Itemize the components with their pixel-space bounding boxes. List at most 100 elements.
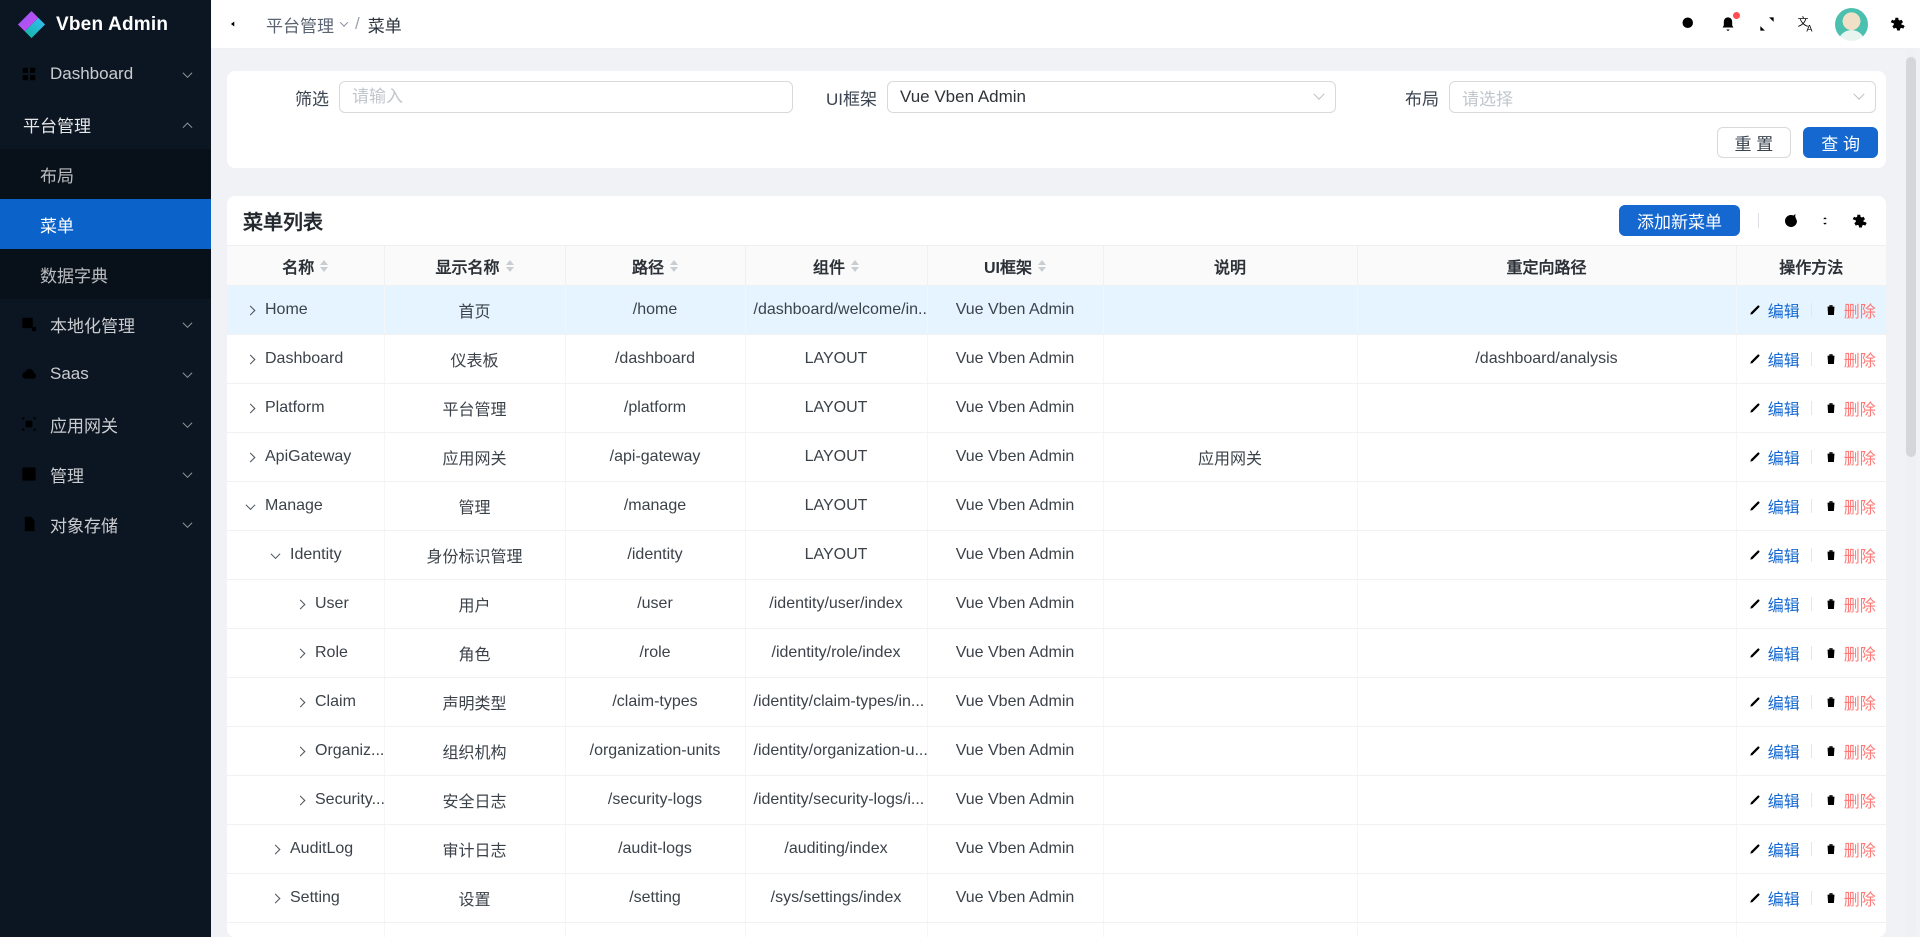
sidebar-item-layout[interactable]: 布局 <box>0 149 211 199</box>
expand-row-icon[interactable] <box>246 452 256 462</box>
delete-button[interactable]: 删除 <box>1823 494 1876 518</box>
sort-caret[interactable] <box>320 260 328 272</box>
layout-select[interactable]: 请选择 <box>1449 81 1876 113</box>
expand-row-icon[interactable] <box>246 354 256 364</box>
delete-button[interactable]: 删除 <box>1823 690 1876 714</box>
edit-button[interactable]: 编辑 <box>1747 592 1800 616</box>
table-row[interactable]: Role 角色 /role /identity/role/index Vue V… <box>227 629 1886 678</box>
edit-button[interactable]: 编辑 <box>1747 445 1800 469</box>
table-row[interactable]: Manage 管理 /manage LAYOUT Vue Vben Admin … <box>227 482 1886 531</box>
expand-row-icon[interactable] <box>271 844 281 854</box>
translate-icon <box>1796 14 1816 34</box>
delete-button[interactable]: 删除 <box>1823 641 1876 665</box>
sidebar-item-menu[interactable]: 菜单 <box>0 199 211 249</box>
edit-button[interactable]: 编辑 <box>1747 494 1800 518</box>
sidebar-item-platform-management[interactable]: 平台管理 <box>0 99 211 149</box>
delete-button[interactable]: 删除 <box>1823 739 1876 763</box>
table-row[interactable]: Home 首页 /home /dashboard/welcome/in... V… <box>227 286 1886 335</box>
column-settings-icon[interactable] <box>1849 211 1869 231</box>
filter-input[interactable] <box>339 81 793 113</box>
collapse-row-icon[interactable] <box>271 549 281 559</box>
sort-caret[interactable] <box>670 260 678 272</box>
expand-row-icon[interactable] <box>296 746 306 756</box>
column-header[interactable]: 操作方法 <box>1736 246 1886 286</box>
refresh-icon[interactable] <box>1781 211 1801 231</box>
expand-row-icon[interactable] <box>271 893 281 903</box>
expand-row-icon[interactable] <box>246 305 256 315</box>
delete-button[interactable]: 删除 <box>1823 445 1876 469</box>
sidebar-item-data-dictionary[interactable]: 数据字典 <box>0 249 211 299</box>
delete-button[interactable]: 删除 <box>1823 788 1876 812</box>
pencil-icon <box>1747 890 1763 906</box>
row-height-icon[interactable] <box>1815 211 1835 231</box>
sort-caret[interactable] <box>506 260 514 272</box>
edit-button[interactable]: 编辑 <box>1747 788 1800 812</box>
column-header[interactable]: 组件 <box>745 246 927 286</box>
table-row[interactable]: Dashboard 仪表板 /dashboard LAYOUT Vue Vben… <box>227 335 1886 384</box>
column-header[interactable]: 名称 <box>227 246 384 286</box>
search-button[interactable] <box>1679 14 1699 34</box>
table-row[interactable]: Claim 声明类型 /claim-types /identity/claim-… <box>227 678 1886 727</box>
sidebar-item-saas[interactable]: Saas <box>0 349 211 399</box>
edit-button[interactable]: 编辑 <box>1747 641 1800 665</box>
pencil-icon <box>1747 694 1763 710</box>
sidebar-item-object-storage[interactable]: 对象存储 <box>0 499 211 549</box>
delete-button[interactable]: 删除 <box>1823 396 1876 420</box>
add-menu-button[interactable]: 添加新菜单 <box>1619 205 1740 236</box>
expand-row-icon[interactable] <box>296 795 306 805</box>
pencil-icon <box>1747 596 1763 612</box>
sidebar-item-localization[interactable]: 本地化管理 <box>0 299 211 349</box>
expand-row-icon[interactable] <box>296 697 306 707</box>
notification-button[interactable] <box>1718 14 1738 34</box>
trash-icon <box>1823 841 1839 857</box>
table-row[interactable]: Platform 平台管理 /platform LAYOUT Vue Vben … <box>227 384 1886 433</box>
edit-button[interactable]: 编辑 <box>1747 543 1800 567</box>
table-row[interactable]: ApiGateway 应用网关 /api-gateway LAYOUT Vue … <box>227 433 1886 482</box>
delete-button[interactable]: 删除 <box>1823 592 1876 616</box>
scrollbar-thumb[interactable] <box>1906 57 1916 457</box>
ui-framework-select[interactable]: Vue Vben Admin <box>887 81 1336 113</box>
delete-button[interactable]: 删除 <box>1823 347 1876 371</box>
column-header[interactable]: 显示名称 <box>384 246 565 286</box>
reset-button[interactable]: 重 置 <box>1717 127 1792 158</box>
edit-button[interactable]: 编辑 <box>1747 886 1800 910</box>
language-button[interactable] <box>1796 14 1816 34</box>
expand-row-icon[interactable] <box>246 403 256 413</box>
edit-button[interactable]: 编辑 <box>1747 396 1800 420</box>
collapse-sidebar-button[interactable] <box>228 14 248 34</box>
delete-button[interactable]: 删除 <box>1823 543 1876 567</box>
column-header[interactable]: 路径 <box>565 246 745 286</box>
query-button[interactable]: 查 询 <box>1803 127 1878 158</box>
delete-button[interactable]: 删除 <box>1823 298 1876 322</box>
breadcrumb-parent[interactable]: 平台管理 <box>266 12 347 37</box>
sort-caret[interactable] <box>1038 260 1046 272</box>
column-header[interactable]: 重定向路径 <box>1357 246 1736 286</box>
sort-caret[interactable] <box>851 260 859 272</box>
table-row[interactable]: AuditLog 审计日志 /audit-logs /auditing/inde… <box>227 825 1886 874</box>
delete-button[interactable]: 删除 <box>1823 837 1876 861</box>
edit-button[interactable]: 编辑 <box>1747 690 1800 714</box>
sidebar-item-dashboard[interactable]: Dashboard <box>0 49 211 99</box>
table-row[interactable]: Organiz... 组织机构 /organization-units /ide… <box>227 727 1886 776</box>
edit-button[interactable]: 编辑 <box>1747 347 1800 371</box>
settings-button[interactable] <box>1887 14 1907 34</box>
edit-button[interactable]: 编辑 <box>1747 837 1800 861</box>
collapse-row-icon[interactable] <box>246 500 256 510</box>
table-row[interactable]: User 用户 /user /identity/user/index Vue V… <box>227 580 1886 629</box>
column-header[interactable]: UI框架 <box>927 246 1103 286</box>
sidebar-item-manage[interactable]: 管理 <box>0 449 211 499</box>
scrollbar-track[interactable] <box>1906 49 1916 937</box>
app-logo[interactable]: Vben Admin <box>0 0 211 49</box>
table-row[interactable]: Identity 身份标识管理 /identity LAYOUT Vue Vbe… <box>227 531 1886 580</box>
expand-row-icon[interactable] <box>296 599 306 609</box>
delete-button[interactable]: 删除 <box>1823 886 1876 910</box>
avatar[interactable] <box>1835 8 1868 41</box>
edit-button[interactable]: 编辑 <box>1747 739 1800 763</box>
sidebar-item-api-gateway[interactable]: 应用网关 <box>0 399 211 449</box>
edit-button[interactable]: 编辑 <box>1747 298 1800 322</box>
column-header[interactable]: 说明 <box>1103 246 1357 286</box>
table-row[interactable]: Setting 设置 /setting /sys/settings/index … <box>227 874 1886 923</box>
fullscreen-button[interactable] <box>1757 14 1777 34</box>
expand-row-icon[interactable] <box>296 648 306 658</box>
table-row[interactable]: Security... 安全日志 /security-logs /identit… <box>227 776 1886 825</box>
